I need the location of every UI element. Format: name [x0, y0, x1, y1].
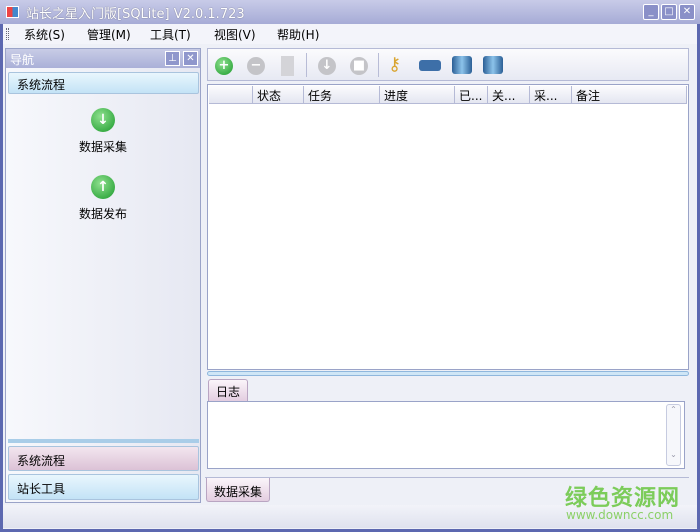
down-icon[interactable]: ↓: [318, 57, 336, 75]
minimize-button[interactable]: _: [643, 4, 659, 20]
toolbar-separator: [306, 53, 307, 77]
nav-group-system-flow[interactable]: 系统流程: [8, 446, 199, 471]
column-header-task[interactable]: 任务: [304, 86, 380, 104]
menu-grip-icon: [6, 28, 9, 40]
tab-data-collect[interactable]: 数据采集: [206, 478, 271, 502]
column-header-collect[interactable]: 采...: [530, 86, 572, 104]
toolbar: [207, 48, 689, 81]
database-settings-icon[interactable]: [483, 56, 503, 74]
nav-close-icon[interactable]: ✕: [183, 51, 198, 66]
column-header-keyword[interactable]: 关...: [488, 86, 530, 104]
truck-icon[interactable]: [419, 60, 441, 71]
tab-strip-line: [205, 477, 689, 478]
log-scrollbar[interactable]: ⌃ ⌄: [666, 404, 681, 466]
horizontal-splitter[interactable]: [207, 371, 689, 376]
nav-item-data-collect[interactable]: ↓ 数据采集: [43, 108, 163, 155]
remove-icon[interactable]: −: [247, 57, 265, 75]
close-button[interactable]: ✕: [679, 4, 695, 20]
toolbar-separator: [378, 53, 379, 77]
nav-splitter[interactable]: [8, 439, 199, 443]
task-grid[interactable]: [207, 84, 689, 370]
nav-group-header[interactable]: 系统流程: [8, 72, 199, 94]
column-header-status[interactable]: 状态: [253, 86, 304, 104]
column-header-progress[interactable]: 进度: [380, 86, 455, 104]
stop-icon[interactable]: ■: [350, 57, 368, 75]
key-icon[interactable]: ⚷: [388, 54, 401, 75]
menu-help[interactable]: 帮助(H): [277, 26, 319, 43]
menu-tools[interactable]: 工具(T): [150, 26, 191, 43]
tab-log[interactable]: 日志: [208, 379, 249, 401]
pin-icon[interactable]: ⊥: [165, 51, 180, 66]
column-header-notes[interactable]: 备注: [572, 86, 687, 104]
title-bar: 站长之星入门版[SQLite] V2.0.1.723: [0, 0, 700, 24]
upload-arrow-icon: ↑: [91, 175, 115, 199]
nav-item-data-publish[interactable]: ↑ 数据发布: [43, 175, 163, 222]
download-arrow-icon: ↓: [91, 108, 115, 132]
log-textarea[interactable]: [207, 401, 685, 469]
scroll-down-icon[interactable]: ⌄: [667, 450, 680, 459]
scroll-up-icon[interactable]: ⌃: [667, 405, 680, 414]
database-icon[interactable]: [452, 56, 472, 74]
watermark-url: www.downcc.com: [566, 508, 674, 522]
nav-title: 导航: [10, 53, 35, 67]
column-header-select[interactable]: [209, 86, 253, 104]
window-title: 站长之星入门版[SQLite] V2.0.1.723: [26, 7, 245, 22]
menu-system[interactable]: 系统(S): [24, 26, 65, 43]
app-icon: [6, 6, 19, 18]
edit-icon[interactable]: [281, 56, 294, 76]
nav-group-webmaster-tools[interactable]: 站长工具: [8, 474, 199, 500]
maximize-button[interactable]: □: [661, 4, 677, 20]
column-header-collected[interactable]: 已...: [455, 86, 488, 104]
menu-manage[interactable]: 管理(M): [87, 26, 131, 43]
add-icon[interactable]: +: [215, 57, 233, 75]
menu-view[interactable]: 视图(V): [214, 26, 256, 43]
nav-item-label: 数据采集: [78, 140, 127, 154]
nav-item-label: 数据发布: [78, 207, 127, 221]
